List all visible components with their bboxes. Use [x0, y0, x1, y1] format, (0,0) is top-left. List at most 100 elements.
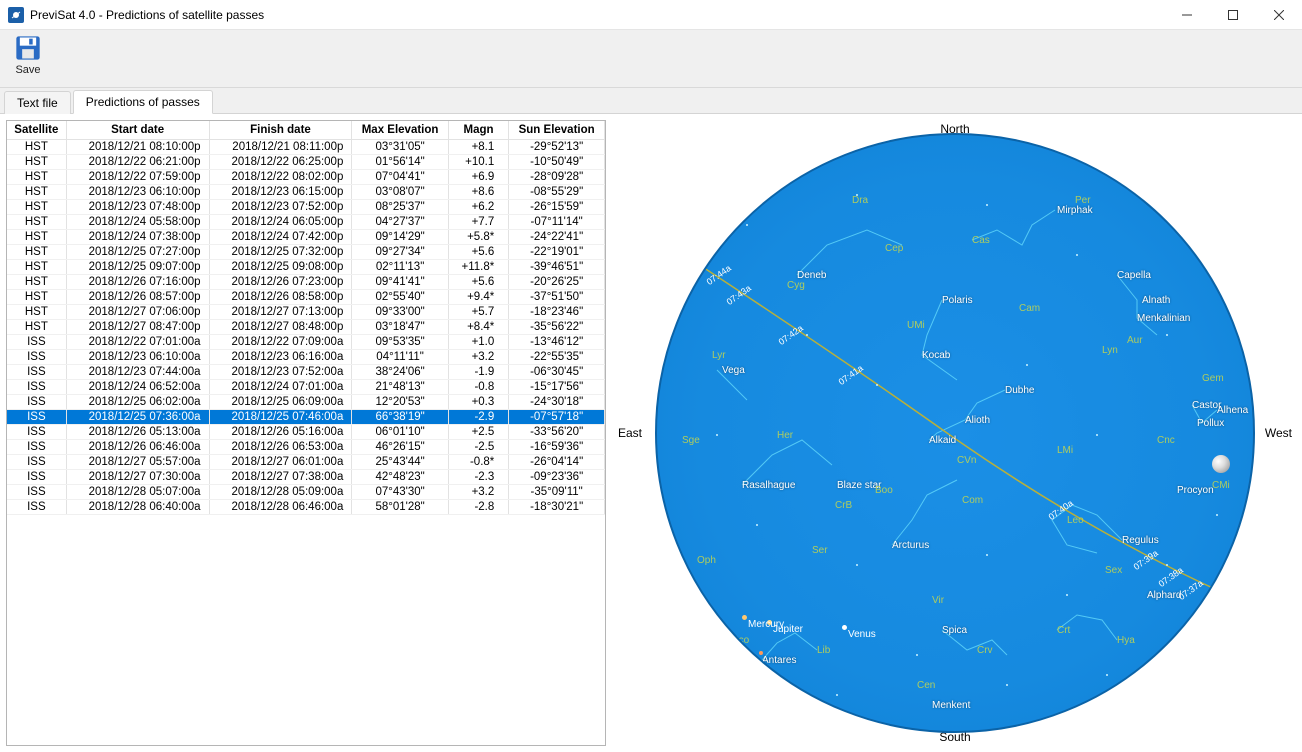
star-label: Alioth [965, 415, 990, 426]
tab-predictions[interactable]: Predictions of passes [73, 90, 213, 114]
table-row[interactable]: HST2018/12/27 08:47:00p2018/12/27 08:48:… [7, 320, 605, 335]
minimize-button[interactable] [1164, 0, 1210, 30]
table-cell: 2018/12/27 08:48:00p [209, 320, 352, 335]
table-cell: HST [7, 275, 66, 290]
col-header[interactable]: Start date [66, 121, 209, 140]
table-cell: 12°20'53" [352, 395, 448, 410]
table-cell: -08°55'29" [509, 185, 605, 200]
constellation-label: Lib [817, 645, 830, 656]
table-cell: 03°08'07" [352, 185, 448, 200]
table-row[interactable]: HST2018/12/26 07:16:00p2018/12/26 07:23:… [7, 275, 605, 290]
table-cell: 2018/12/26 07:23:00p [209, 275, 352, 290]
table-cell: 2018/12/23 07:52:00p [209, 200, 352, 215]
constellation-label: Gem [1202, 373, 1224, 384]
table-cell: 2018/12/22 07:59:00p [66, 170, 209, 185]
table-row[interactable]: HST2018/12/24 05:58:00p2018/12/24 06:05:… [7, 215, 605, 230]
table-cell: ISS [7, 455, 66, 470]
table-cell: +10.1 [448, 155, 508, 170]
constellation-label: Cnc [1157, 435, 1175, 446]
table-row[interactable]: HST2018/12/25 07:27:00p2018/12/25 07:32:… [7, 245, 605, 260]
constellation-label: Oph [697, 555, 716, 566]
star-label: Pollux [1197, 418, 1224, 429]
table-row[interactable]: HST2018/12/21 08:10:00p2018/12/21 08:11:… [7, 140, 605, 155]
tab-text-file[interactable]: Text file [4, 91, 71, 114]
table-cell: 2018/12/23 06:10:00p [66, 185, 209, 200]
table-row[interactable]: HST2018/12/23 06:10:00p2018/12/23 06:15:… [7, 185, 605, 200]
table-cell: HST [7, 140, 66, 155]
maximize-button[interactable] [1210, 0, 1256, 30]
star-dot [759, 651, 763, 655]
table-cell: HST [7, 200, 66, 215]
table-cell: 2018/12/25 09:07:00p [66, 260, 209, 275]
table-cell: 2018/12/24 07:42:00p [209, 230, 352, 245]
table-row[interactable]: ISS2018/12/27 07:30:00a2018/12/27 07:38:… [7, 470, 605, 485]
table-cell: HST [7, 215, 66, 230]
col-header[interactable]: Max Elevation [352, 121, 448, 140]
table-cell: HST [7, 320, 66, 335]
star-label: Antares [762, 655, 796, 666]
table-row[interactable]: ISS2018/12/28 05:07:00a2018/12/28 05:09:… [7, 485, 605, 500]
table-cell: 2018/12/28 06:46:00a [209, 500, 352, 515]
table-row[interactable]: HST2018/12/25 09:07:00p2018/12/25 09:08:… [7, 260, 605, 275]
table-cell: HST [7, 170, 66, 185]
constellation-label: CVn [957, 455, 976, 466]
table-cell: +9.4* [448, 290, 508, 305]
table-cell: ISS [7, 395, 66, 410]
save-button[interactable]: Save [8, 34, 48, 76]
table-cell: 09°53'35" [352, 335, 448, 350]
table-cell: 2018/12/22 07:09:00a [209, 335, 352, 350]
table-cell: 2018/12/22 06:21:00p [66, 155, 209, 170]
table-row[interactable]: HST2018/12/22 07:59:00p2018/12/22 08:02:… [7, 170, 605, 185]
table-cell: -26°04'14" [509, 455, 605, 470]
constellation-label: Hya [1117, 635, 1135, 646]
table-cell: 07°04'41" [352, 170, 448, 185]
constellation-label: Crt [1057, 625, 1070, 636]
col-header[interactable]: Sun Elevation [509, 121, 605, 140]
table-cell: HST [7, 245, 66, 260]
col-header[interactable]: Magn [448, 121, 508, 140]
table-cell: 03°31'05" [352, 140, 448, 155]
table-cell: -18°23'46" [509, 305, 605, 320]
table-cell: -26°15'59" [509, 200, 605, 215]
close-button[interactable] [1256, 0, 1302, 30]
table-cell: 2018/12/26 06:53:00a [209, 440, 352, 455]
table-cell: 46°26'15" [352, 440, 448, 455]
table-row[interactable]: ISS2018/12/28 06:40:00a2018/12/28 06:46:… [7, 500, 605, 515]
table-row[interactable]: ISS2018/12/22 07:01:00a2018/12/22 07:09:… [7, 335, 605, 350]
table-cell: -2.5 [448, 440, 508, 455]
table-row[interactable]: HST2018/12/27 07:06:00p2018/12/27 07:13:… [7, 305, 605, 320]
table-row[interactable]: HST2018/12/24 07:38:00p2018/12/24 07:42:… [7, 230, 605, 245]
table-cell: 21°48'13" [352, 380, 448, 395]
table-cell: +6.9 [448, 170, 508, 185]
table-cell: ISS [7, 380, 66, 395]
col-header[interactable]: Satellite [7, 121, 66, 140]
passes-table: SatelliteStart dateFinish dateMax Elevat… [7, 121, 605, 515]
table-row[interactable]: ISS2018/12/27 05:57:00a2018/12/27 06:01:… [7, 455, 605, 470]
window-titlebar: PreviSat 4.0 - Predictions of satellite … [0, 0, 1302, 30]
table-cell: 02°11'13" [352, 260, 448, 275]
table-row[interactable]: ISS2018/12/26 06:46:00a2018/12/26 06:53:… [7, 440, 605, 455]
table-row[interactable]: ISS2018/12/25 07:36:00a2018/12/25 07:46:… [7, 410, 605, 425]
table-row[interactable]: ISS2018/12/24 06:52:00a2018/12/24 07:01:… [7, 380, 605, 395]
table-cell: HST [7, 305, 66, 320]
table-cell: -0.8 [448, 380, 508, 395]
table-cell: -1.9 [448, 365, 508, 380]
table-row[interactable]: HST2018/12/22 06:21:00p2018/12/22 06:25:… [7, 155, 605, 170]
sky-chart[interactable]: DenebPolarisMirphakCapellaAlnathMenkalin… [655, 133, 1255, 733]
table-row[interactable]: ISS2018/12/23 06:10:00a2018/12/23 06:16:… [7, 350, 605, 365]
passes-table-container[interactable]: SatelliteStart dateFinish dateMax Elevat… [6, 120, 606, 746]
table-row[interactable]: HST2018/12/26 08:57:00p2018/12/26 08:58:… [7, 290, 605, 305]
table-row[interactable]: ISS2018/12/23 07:44:00a2018/12/23 07:52:… [7, 365, 605, 380]
col-header[interactable]: Finish date [209, 121, 352, 140]
star-label: Alnath [1142, 295, 1170, 306]
table-cell: 2018/12/25 09:08:00p [209, 260, 352, 275]
planet-label: Mercury [748, 619, 784, 630]
table-cell: ISS [7, 500, 66, 515]
table-cell: 2018/12/24 05:58:00p [66, 215, 209, 230]
constellation-label: Cen [917, 680, 935, 691]
constellation-label: Ser [812, 545, 828, 556]
table-row[interactable]: HST2018/12/23 07:48:00p2018/12/23 07:52:… [7, 200, 605, 215]
table-row[interactable]: ISS2018/12/25 06:02:00a2018/12/25 06:09:… [7, 395, 605, 410]
table-row[interactable]: ISS2018/12/26 05:13:00a2018/12/26 05:16:… [7, 425, 605, 440]
table-cell: 2018/12/26 08:57:00p [66, 290, 209, 305]
